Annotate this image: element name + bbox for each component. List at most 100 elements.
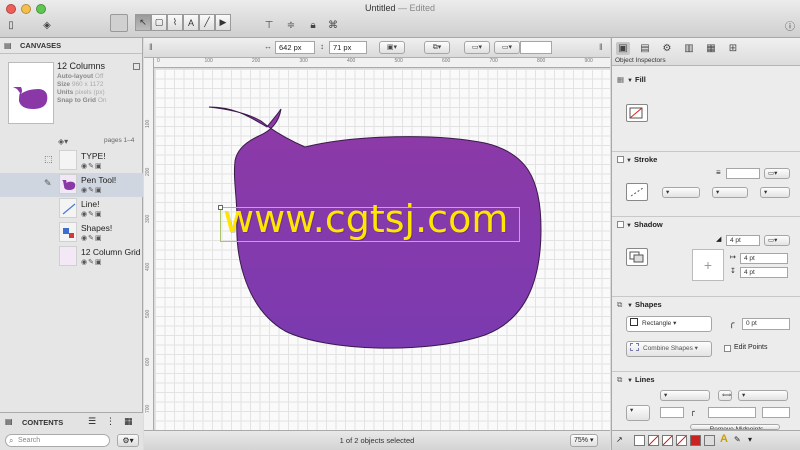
layer-visibility-icons[interactable]: ◉✎▣ (81, 258, 103, 266)
empty-field[interactable] (520, 41, 552, 54)
fill-color-well[interactable] (626, 104, 648, 122)
search-input[interactable]: ⌕ Search (5, 434, 110, 447)
outline-view-icon[interactable]: ⋮ (106, 416, 115, 427)
stroke-color-well[interactable] (626, 183, 648, 201)
rectangle-tool-icon[interactable]: ▢ (151, 14, 167, 31)
grid-tab-icon[interactable]: ⊞ (726, 42, 740, 55)
layer-row[interactable]: Line! ◉✎▣ (0, 197, 143, 221)
ruler-tick: 0 (157, 58, 160, 64)
align-popup[interactable]: ⧉▾ (424, 41, 450, 54)
line-start-popup[interactable]: ▾ (660, 390, 710, 401)
layer-row[interactable]: Shapes! ◉✎▣ (0, 221, 143, 245)
stroke-cap-popup[interactable]: ▾ (712, 187, 748, 198)
drawing-canvas[interactable]: www.cgtsj.com (155, 69, 610, 430)
style-mode-icon[interactable]: ↗ (616, 435, 623, 444)
combine-shapes-popup[interactable]: Combine Shapes ▾ (626, 341, 712, 357)
sidebar-toggle-icon[interactable]: ▯ (4, 16, 18, 34)
stroke-join-popup[interactable]: ▾ (760, 187, 790, 198)
corner-radius-field[interactable]: 0 pt (742, 318, 790, 330)
layer-row[interactable]: ✎ Pen Tool! ◉✎▣ (0, 173, 143, 197)
shadow-label: Shadow (634, 220, 663, 229)
shadow-offset-pad[interactable]: + (692, 249, 724, 281)
rectangle-select-icon: ⬚ (44, 154, 53, 164)
stroke-dash-popup[interactable]: ▾ (662, 187, 700, 198)
document-tab-icon[interactable]: ▦ (704, 42, 718, 55)
no-fill-swatch[interactable] (648, 435, 659, 446)
disclosure-triangle-icon[interactable]: ▼ (626, 223, 634, 229)
shape-tool-icon[interactable]: ⌇ (167, 14, 183, 31)
canvas-tab-icon[interactable]: ▥ (682, 42, 696, 55)
disclosure-triangle-icon[interactable]: ▼ (626, 158, 634, 164)
line-end-popup[interactable]: ▾ (738, 390, 788, 401)
disclosure-triangle-icon[interactable]: ▼ (627, 303, 635, 309)
drag-handle-icon[interactable]: ‖ (149, 42, 153, 52)
shadow-x-field[interactable]: 4 pt (740, 253, 788, 264)
height-field[interactable]: 71 px (329, 41, 367, 54)
line-swap-button[interactable]: ⟺ (718, 390, 732, 401)
style-swatch-button[interactable] (110, 14, 128, 32)
canvases-header: ▤ CANVASES (0, 38, 142, 54)
edit-points-checkbox[interactable] (724, 345, 731, 352)
shadow-style-popup[interactable]: ▭▾ (764, 235, 790, 246)
properties-tab-icon[interactable]: ▤ (638, 42, 652, 55)
disclosure-triangle-icon[interactable]: ▼ (627, 78, 635, 84)
shadow-color-well[interactable] (626, 248, 648, 266)
wrap-popup[interactable]: ▣▾ (379, 41, 405, 54)
canvas-thumbnail (8, 62, 54, 124)
gray-swatch[interactable] (704, 435, 715, 446)
align-top-icon[interactable]: ⊤ (262, 16, 276, 34)
layer-row[interactable]: ⬚ TYPE! ◉✎▣ (0, 149, 143, 173)
ungroup-icon[interactable]: ⌘ (326, 16, 340, 34)
layer-visibility-icons[interactable]: ◉✎▣ (81, 162, 103, 170)
line-offset-field[interactable] (660, 407, 684, 418)
line-type-popup[interactable]: ▾ (626, 405, 650, 421)
stroke-style-popup[interactable]: ▭▾ (764, 168, 790, 179)
layers-icon[interactable]: ◈ (40, 16, 54, 34)
list-view-icon[interactable]: ☰ (88, 416, 96, 427)
whale-shape[interactable] (155, 69, 610, 430)
selection-tool-icon[interactable]: ↖ (135, 14, 151, 31)
layer-name: Shapes! (81, 223, 113, 233)
gear-tab-icon[interactable]: ⚙ (660, 42, 674, 55)
stroke-checkbox[interactable] (617, 156, 624, 163)
align-middle-icon[interactable]: ≑ (284, 16, 298, 34)
present-tool-icon[interactable]: ▶ (215, 14, 231, 31)
object-inspector-tab-icon[interactable]: ▣ (616, 42, 630, 55)
disclosure-triangle-icon[interactable]: ▼ (627, 378, 635, 384)
width-field[interactable]: 642 px (275, 41, 315, 54)
shadow-blur-field[interactable]: 4 pt (726, 235, 760, 246)
shadow-y-field[interactable]: 4 pt (740, 267, 788, 278)
document-name: Untitled (364, 3, 396, 13)
gear-icon[interactable]: ⚙▾ (117, 434, 139, 447)
layers-stack-icon[interactable]: ◈▾ (58, 137, 68, 146)
layer-visibility-icons[interactable]: ◉✎▣ (81, 210, 103, 218)
layer-thumbnail (59, 222, 77, 242)
layer-visibility-icons[interactable]: ◉✎▣ (81, 234, 103, 242)
stroke-popup[interactable]: ▭▾ (464, 41, 490, 54)
zoom-popup[interactable]: 75% ▾ (570, 434, 598, 447)
shape-type-popup[interactable]: Rectangle ▾ (626, 316, 712, 332)
line-curve-field[interactable] (708, 407, 756, 418)
style-swatch[interactable] (634, 435, 645, 446)
layer-row[interactable]: 12 Column Grid ◉✎▣ (0, 245, 143, 269)
line-extra-field[interactable] (762, 407, 790, 418)
ruler-tick: 400 (145, 262, 151, 271)
lock-icon[interactable]: 🔒︎ (306, 16, 320, 34)
more-styles-icon[interactable]: ▾ (748, 435, 752, 444)
shadow-checkbox[interactable] (617, 221, 624, 228)
no-line-swatch[interactable] (676, 435, 687, 446)
corner-popup[interactable]: ▭▾ (494, 41, 520, 54)
line-tool-icon[interactable]: ╱ (199, 14, 215, 31)
no-stroke-swatch[interactable] (662, 435, 673, 446)
canvas-card[interactable]: 12 Columns Auto-layout Off Size 960 x 11… (4, 58, 140, 130)
drag-handle-icon[interactable]: ‖ (599, 42, 603, 52)
brush-icon[interactable]: ✎ (734, 435, 741, 444)
info-icon[interactable]: ⓘ (783, 16, 797, 34)
grid-view-icon[interactable]: ▦ (124, 416, 133, 427)
stroke-width-field[interactable] (726, 168, 760, 179)
font-style-icon[interactable]: A (720, 433, 728, 445)
layer-visibility-icons[interactable]: ◉✎▣ (81, 186, 103, 194)
text-tool-icon[interactable]: A (183, 14, 199, 31)
ruler-tick: 400 (347, 58, 356, 64)
red-swatch[interactable] (690, 435, 701, 446)
